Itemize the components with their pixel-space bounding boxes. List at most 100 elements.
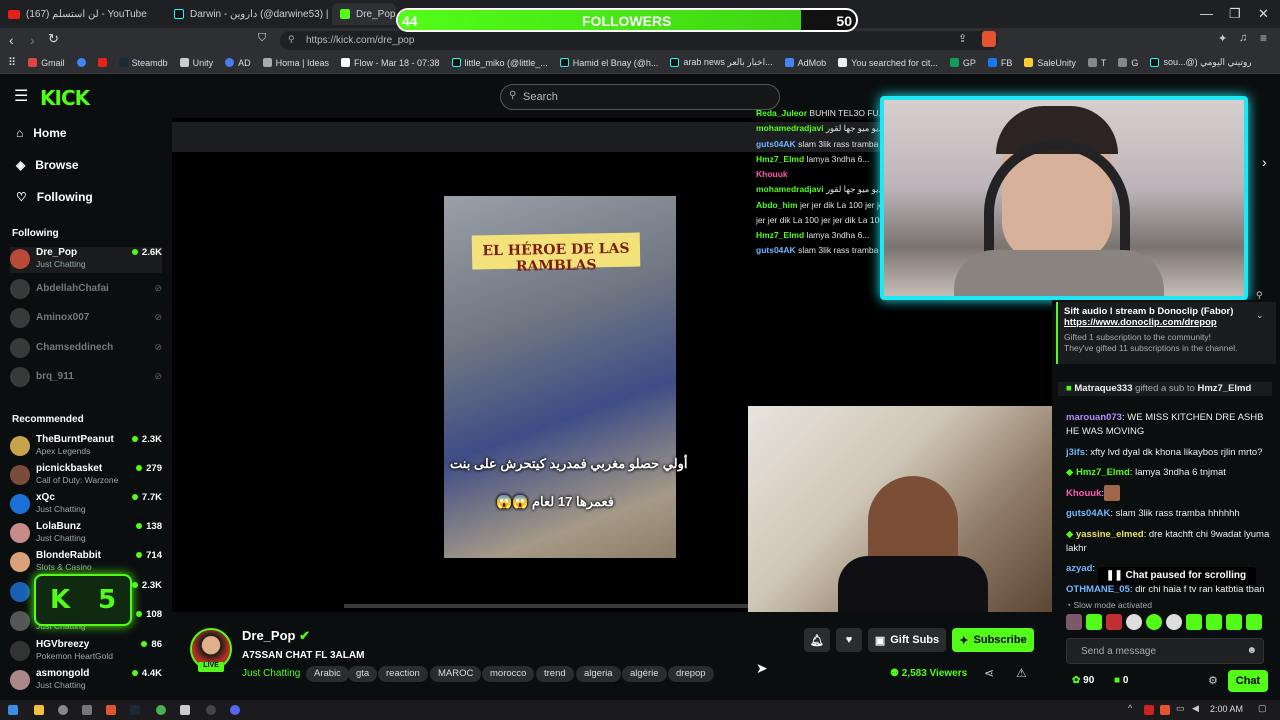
bookmark-item[interactable]: T — [1087, 58, 1106, 68]
tray-chevron-icon[interactable]: ^ — [1128, 703, 1132, 713]
bookmark-item[interactable]: arab news ‎اخبار بالعر... — [670, 57, 773, 68]
back-icon[interactable]: ‹ — [9, 32, 14, 48]
sidebar-channel-offline[interactable]: Chamseddinech ⊘ — [10, 336, 162, 362]
bookmark-item[interactable]: You searched for cit... — [838, 58, 938, 68]
stream-tag[interactable]: algérie — [622, 666, 667, 682]
brave-browser-icon[interactable] — [106, 705, 116, 715]
steam-icon[interactable] — [130, 705, 140, 715]
emote-icon[interactable] — [1086, 614, 1102, 630]
browser-tab-kick[interactable]: Dre_Pop — [332, 3, 396, 25]
sidebar-channel-recommended[interactable]: HGVbreezy Pokemon HeartGold 86 — [10, 639, 162, 665]
stream-tag[interactable]: gta — [348, 666, 378, 682]
sidebar-channel-recommended[interactable]: BlondeRabbit Slots & Casino 714 — [10, 550, 162, 576]
pinned-message[interactable]: Sift audio l stream b Donoclip (Fabor) h… — [1056, 302, 1276, 364]
bookmark-item[interactable]: sou...@) ‎روتيني اليومي — [1150, 57, 1252, 68]
sidebar-channel-recommended[interactable]: TheBurntPeanut Apex Legends 2.3K — [10, 434, 162, 460]
bookmark-item[interactable]: AD — [225, 58, 251, 68]
bookmark-item[interactable]: GP — [949, 58, 976, 68]
sub-count[interactable]: ■ 0 — [1114, 675, 1128, 686]
emote-icon[interactable] — [1066, 614, 1082, 630]
close-icon[interactable]: ✕ — [1258, 6, 1269, 22]
sidebar-channel-dre-pop[interactable]: Dre_Pop Just Chatting 2.6K — [10, 247, 162, 273]
media-icon[interactable]: ♫ — [1239, 32, 1247, 44]
bookmark-item[interactable]: Hamid el Bnay (@h... — [559, 58, 658, 68]
kick-logo[interactable]: KICK — [40, 86, 90, 110]
stream-tag[interactable]: reaction — [378, 666, 428, 682]
nav-home[interactable]: ⌂ Home — [16, 126, 67, 140]
bookmark-item[interactable]: little_miko (@little_... — [451, 58, 548, 68]
file-explorer-icon[interactable] — [34, 705, 44, 715]
sidebar-channel-offline[interactable]: AbdellahChafai ⊘ — [10, 277, 162, 303]
site-info-icon[interactable]: ⚲ — [288, 34, 295, 45]
bookmark-item[interactable] — [97, 58, 107, 67]
app-icon[interactable] — [180, 705, 190, 715]
emote-icon[interactable] — [1146, 614, 1162, 630]
bookmark-icon[interactable]: ⛉ — [258, 32, 266, 45]
emote-icon[interactable] — [1206, 614, 1222, 630]
send-chat-button[interactable]: Chat — [1228, 670, 1268, 692]
bookmark-item[interactable]: Homa | Ideas — [262, 58, 329, 68]
search-input[interactable]: ⚲ Search — [500, 84, 780, 110]
pin-icon[interactable]: ⚲ — [1256, 290, 1263, 301]
notification-bell-button[interactable]: 🔔︎ — [804, 628, 830, 652]
bookmark-item[interactable]: SaleUnity — [1024, 58, 1076, 68]
gift-subs-button[interactable]: ▣ Gift Subs — [868, 628, 946, 652]
channel-points[interactable]: ✿ 90 — [1072, 675, 1094, 686]
sidebar-channel-recommended[interactable]: asmongold Just Chatting 4.4K — [10, 668, 162, 694]
extensions-icon[interactable]: ✦ — [1218, 32, 1227, 45]
stream-tag[interactable]: algeria — [576, 666, 621, 682]
maximize-icon[interactable]: ❐ — [1229, 6, 1241, 22]
emote-icon[interactable] — [1166, 614, 1182, 630]
emote-icon[interactable] — [1186, 614, 1202, 630]
nav-following[interactable]: ♡ Following — [16, 190, 93, 204]
bookmark-item[interactable]: Steamdb — [118, 58, 168, 68]
bookmark-item[interactable]: FB — [987, 58, 1012, 68]
hamburger-menu-icon[interactable]: ☰ — [14, 86, 28, 106]
tray-app-icon[interactable] — [1144, 705, 1154, 715]
app-icon[interactable] — [82, 705, 92, 715]
minimize-icon[interactable]: — — [1200, 6, 1213, 21]
brave-shield-icon[interactable] — [982, 31, 996, 47]
emote-bar[interactable] — [1066, 614, 1266, 630]
share-icon[interactable]: ⇪ — [958, 32, 967, 45]
menu-icon[interactable]: ≡ — [1260, 31, 1267, 45]
sidebar-channel-recommended[interactable]: xQc Just Chatting 7.7K — [10, 492, 162, 518]
bookmark-item[interactable]: AdMob — [784, 58, 826, 68]
windows-start-icon[interactable] — [8, 705, 18, 715]
url-field[interactable]: ⚲ https://kick.com/dre_pop — [280, 31, 998, 50]
stream-tag[interactable]: morocco — [482, 666, 535, 682]
tray-app-icon[interactable] — [1160, 705, 1170, 715]
bookmark-item[interactable]: Unity — [179, 58, 213, 68]
forward-icon[interactable]: › — [30, 32, 35, 48]
stream-tag[interactable]: MAROC — [430, 666, 482, 682]
network-icon[interactable]: ▭ — [1176, 703, 1185, 714]
stream-tag[interactable]: trend — [536, 666, 574, 682]
emote-icon[interactable] — [1106, 614, 1122, 630]
sidebar-channel-offline[interactable]: Aminox007 ⊘ — [10, 306, 162, 332]
bookmark-item[interactable] — [76, 58, 86, 67]
chevron-down-icon[interactable]: ⌄ — [1256, 310, 1264, 321]
chrome-icon[interactable] — [156, 705, 166, 715]
sidebar-channel-recommended[interactable]: LolaBunz Just Chatting 138 — [10, 521, 162, 547]
emote-icon[interactable] — [1226, 614, 1242, 630]
discord-icon[interactable] — [230, 705, 240, 715]
browser-tab-youtube[interactable]: (167) ‎لن استسلم‎ - YouTube — [0, 3, 165, 25]
taskbar-clock[interactable]: 2:00 AM — [1210, 704, 1243, 714]
stream-tag[interactable]: drepop — [668, 666, 714, 682]
follow-button[interactable]: ♥ — [836, 628, 862, 652]
sidebar-channel-offline[interactable]: brq_911 ⊘ — [10, 365, 162, 391]
app-icon[interactable] — [58, 705, 68, 715]
bookmark-item[interactable]: Gmail — [28, 58, 65, 68]
bookmark-item[interactable]: G — [1118, 58, 1138, 68]
subscribe-button[interactable]: ✦ Subscribe — [952, 628, 1034, 652]
apps-grid-icon[interactable]: ⠿ — [8, 56, 16, 69]
notification-icon[interactable]: ▢ — [1258, 703, 1267, 714]
stream-tag[interactable]: Arabic — [306, 666, 349, 682]
report-icon[interactable]: ⚠ — [1016, 666, 1027, 680]
emote-icon[interactable] — [1246, 614, 1262, 630]
volume-icon[interactable]: ◀ — [1192, 703, 1199, 714]
chat-paused-banner[interactable]: ❚❚ Chat paused for scrolling — [1098, 567, 1256, 585]
pinned-link[interactable]: https://www.donoclip.com/drepop — [1064, 317, 1270, 328]
browser-tab-tiktok[interactable]: Darwin - ‎داروين (@darwine53) | TikTok — [166, 3, 331, 25]
reload-icon[interactable]: ↻ — [48, 31, 59, 47]
